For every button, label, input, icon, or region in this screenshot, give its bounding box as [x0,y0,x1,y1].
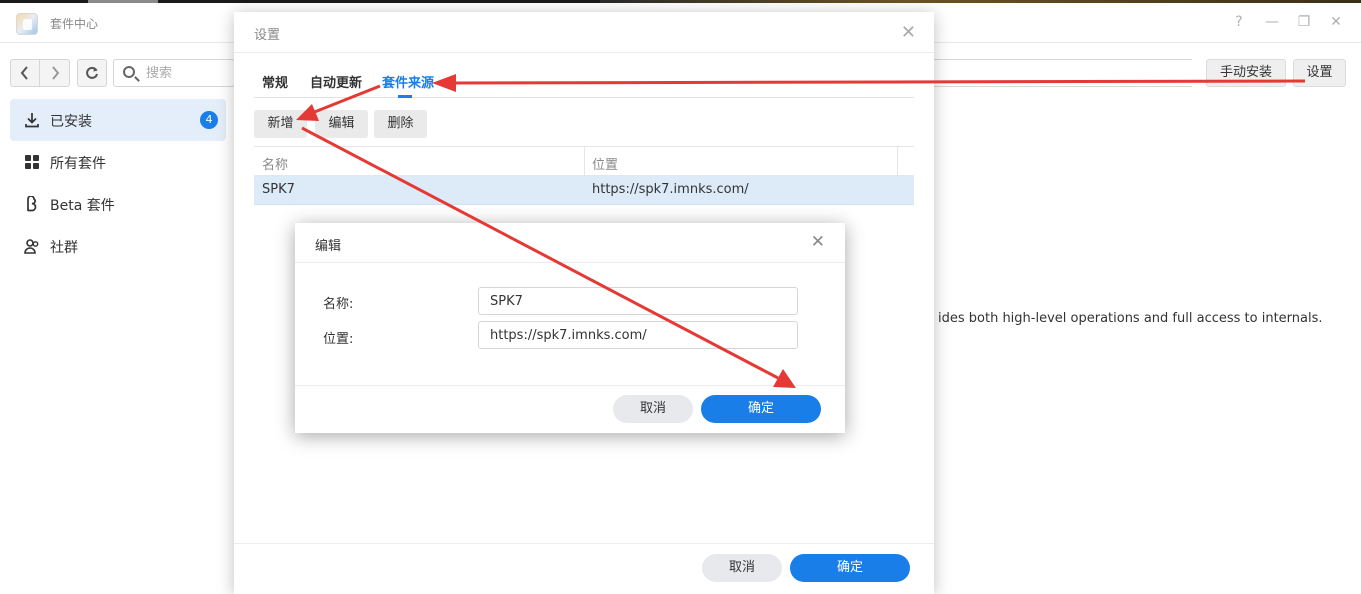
edit-source-button[interactable]: 编辑 [315,110,368,138]
beta-icon [27,196,37,212]
sources-table: 名称 位置 SPK7 https://spk7.imnks.com/ [254,146,914,205]
ok-button[interactable]: 确定 [790,554,910,582]
package-center-icon [16,13,38,35]
sidebar-item-label: 已安装 [50,114,92,130]
column-separator[interactable] [897,147,898,176]
delete-source-button[interactable]: 删除 [374,110,427,138]
search-box[interactable] [113,59,235,87]
divider [234,543,934,544]
help-icon[interactable]: ? [1230,13,1248,31]
download-icon [25,113,39,128]
grid-icon [25,155,39,169]
installed-count-badge: 4 [200,111,218,129]
sidebar-item-community[interactable]: 社群 [10,225,226,267]
close-icon[interactable]: ✕ [811,232,825,252]
toolbar-spacer-field [934,59,1192,87]
column-separator[interactable] [584,147,585,176]
app-title: 套件中心 [50,17,99,31]
settings-dialog-title: 设置 [254,28,281,43]
community-icon [24,239,39,254]
table-header: 名称 位置 [254,146,914,176]
column-header-name[interactable]: 名称 [262,154,288,173]
tab-package-sources[interactable]: 套件来源 [382,72,434,91]
edit-source-dialog: 编辑 ✕ 名称: 位置: 取消 确定 [295,223,845,433]
cancel-button[interactable]: 取消 [702,554,782,582]
table-row[interactable]: SPK7 https://spk7.imnks.com/ [254,176,914,205]
minimize-icon[interactable]: — [1263,13,1281,31]
sidebar-item-label: Beta 套件 [50,198,115,214]
search-input[interactable] [146,64,232,82]
package-description: ides both high-level operations and full… [938,311,1323,326]
sidebar-item-beta[interactable]: Beta 套件 [10,183,226,225]
row-location-cell: https://spk7.imnks.com/ [592,182,749,197]
refresh-icon [86,66,98,79]
sidebar-item-installed[interactable]: 已安装 4 [10,99,226,141]
restore-icon[interactable]: ❐ [1295,13,1313,31]
edit-ok-button[interactable]: 确定 [701,395,821,423]
manual-install-button[interactable]: 手动安装 [1206,59,1286,87]
sidebar-item-all-packages[interactable]: 所有套件 [10,141,226,183]
refresh-button[interactable] [77,59,107,87]
close-icon[interactable]: ✕ [901,22,916,43]
name-field-label: 名称: [323,297,354,312]
location-field[interactable] [478,321,798,349]
chevron-right-icon [51,66,59,80]
search-icon [123,66,135,78]
chevron-left-icon [20,66,28,80]
sidebar-item-label: 所有套件 [50,156,106,172]
active-tab-indicator [398,95,412,98]
edit-cancel-button[interactable]: 取消 [613,395,693,423]
sidebar-item-label: 社群 [50,240,78,256]
divider [234,52,934,53]
back-button[interactable] [10,59,40,87]
divider [295,385,845,386]
add-source-button[interactable]: 新增 [254,110,307,138]
divider [295,262,845,263]
row-name-cell: SPK7 [262,182,295,197]
close-icon[interactable]: ✕ [1327,13,1345,31]
tab-auto-update[interactable]: 自动更新 [310,72,362,91]
settings-button[interactable]: 设置 [1293,59,1346,87]
forward-button[interactable] [40,59,70,87]
tab-divider [254,97,914,98]
edit-dialog-title: 编辑 [315,239,342,254]
name-field[interactable] [478,287,798,315]
column-header-location[interactable]: 位置 [592,154,618,173]
tab-general[interactable]: 常规 [262,72,288,91]
location-field-label: 位置: [323,332,354,347]
